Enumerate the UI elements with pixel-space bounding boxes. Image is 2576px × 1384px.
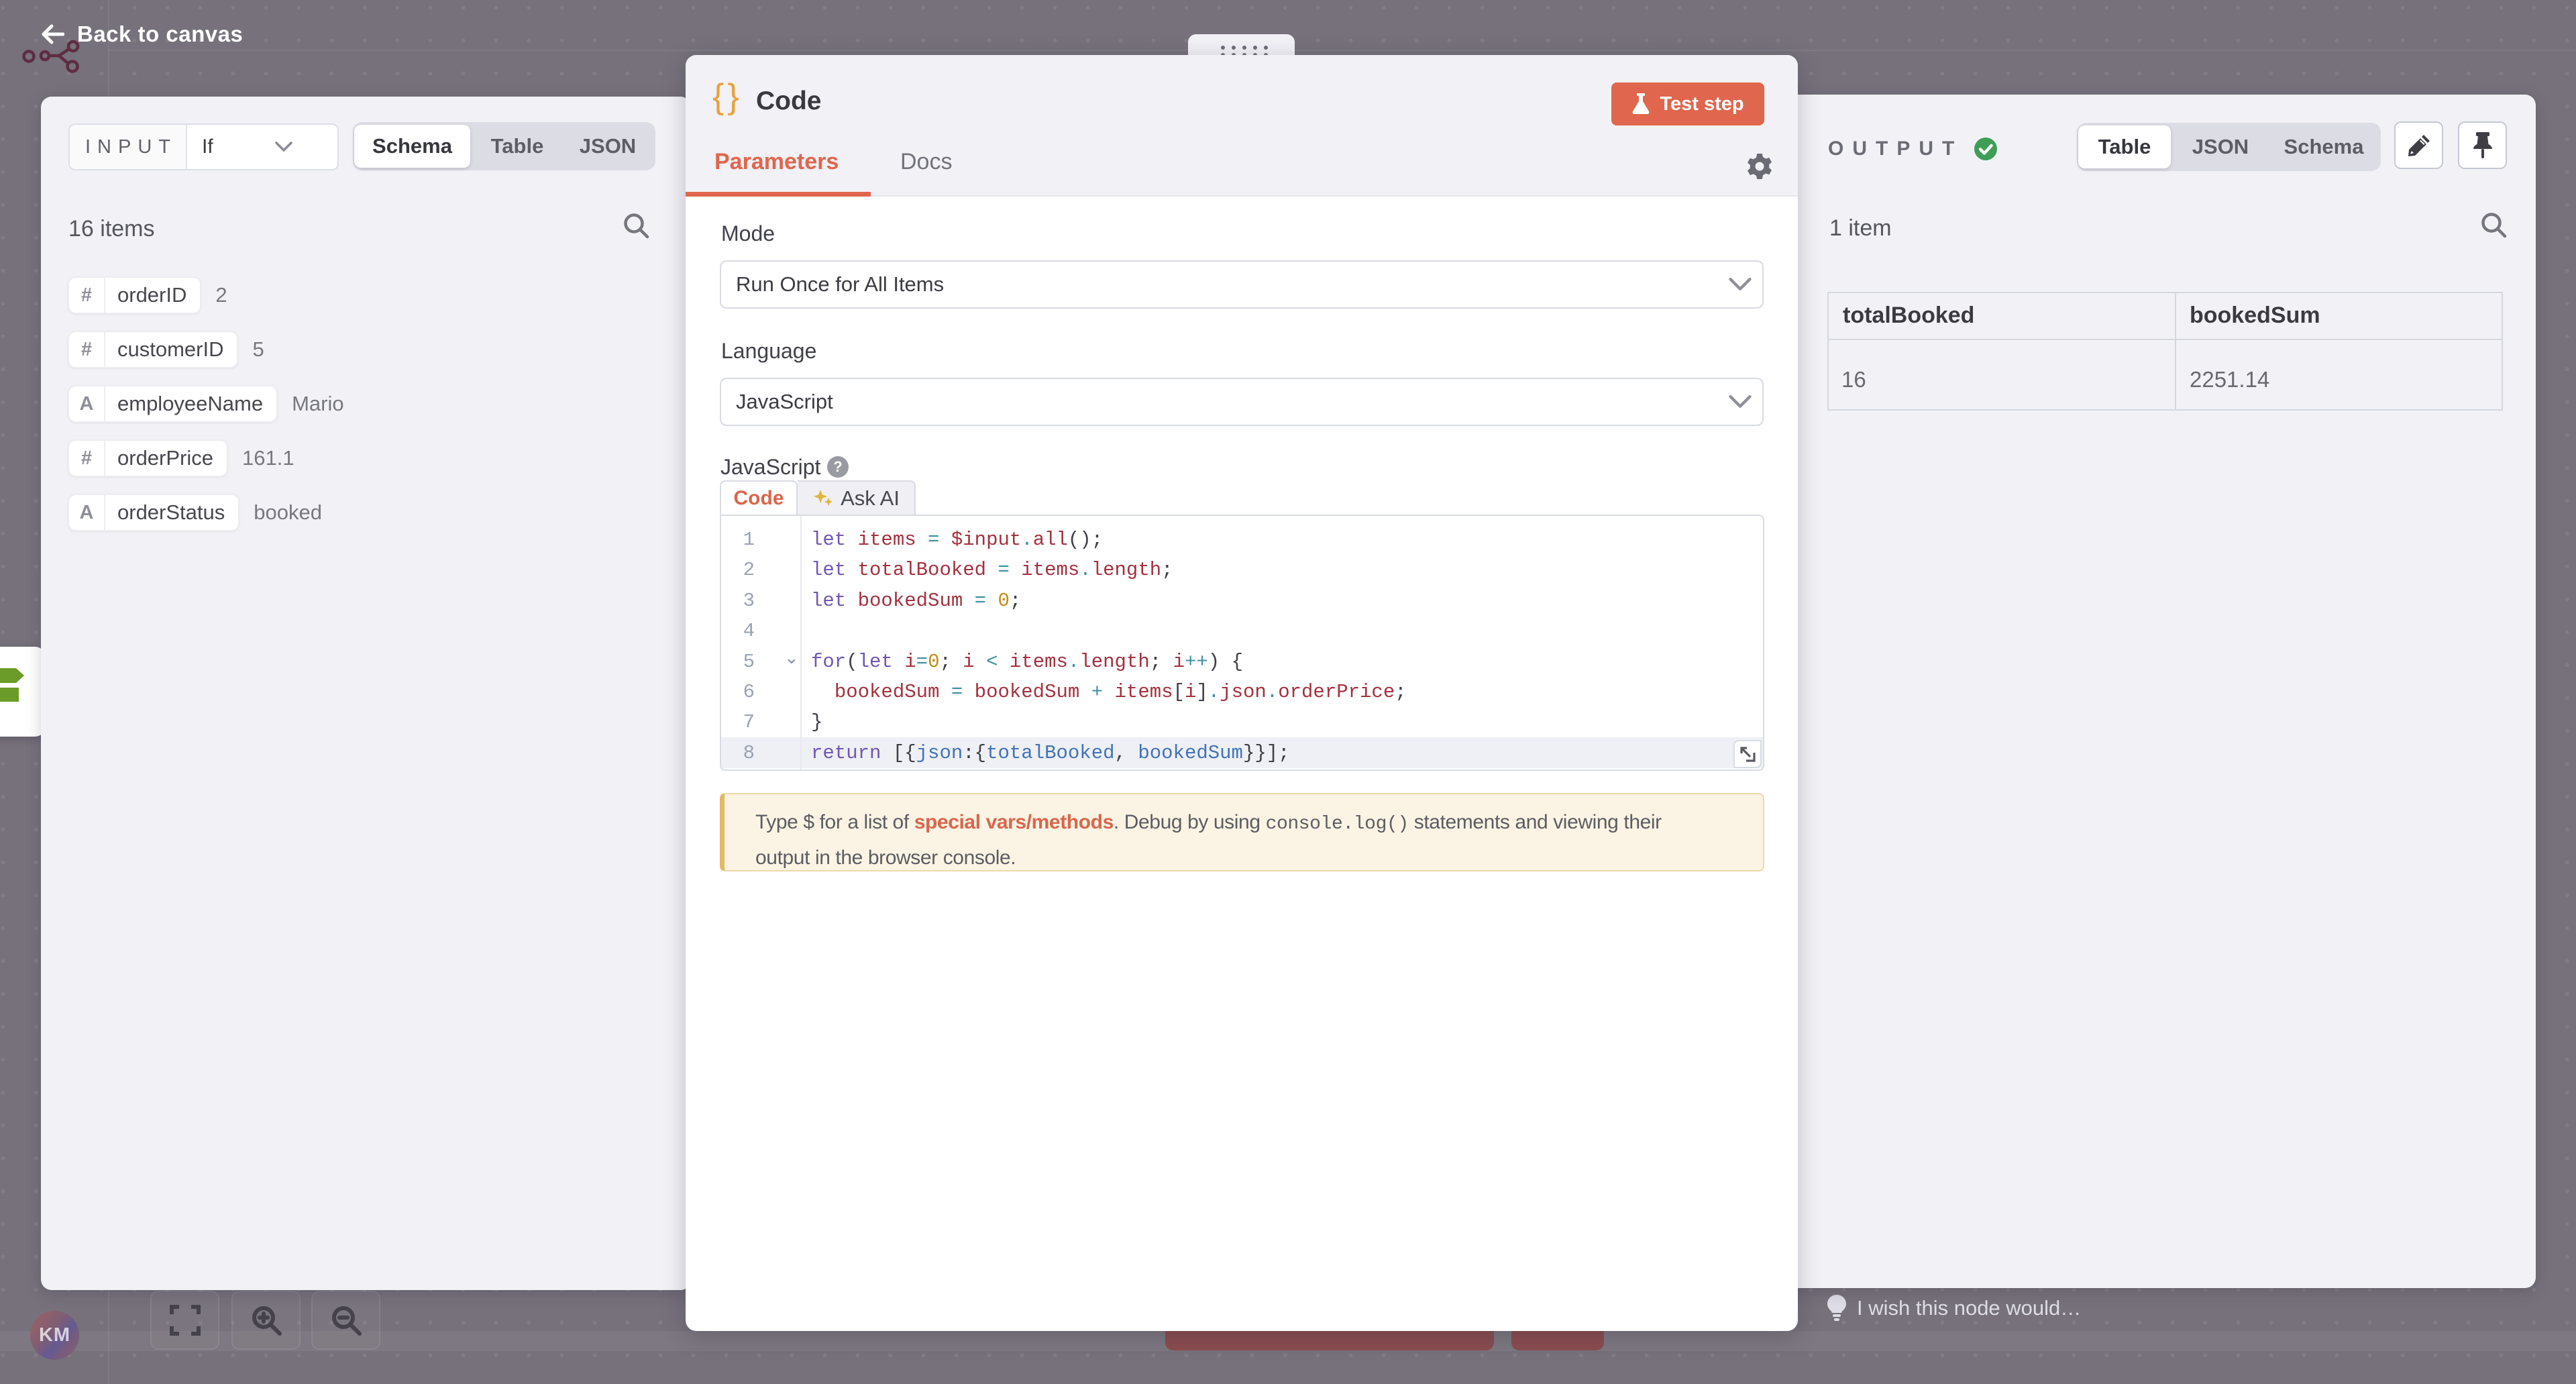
svg-text:?: ? bbox=[833, 458, 842, 475]
